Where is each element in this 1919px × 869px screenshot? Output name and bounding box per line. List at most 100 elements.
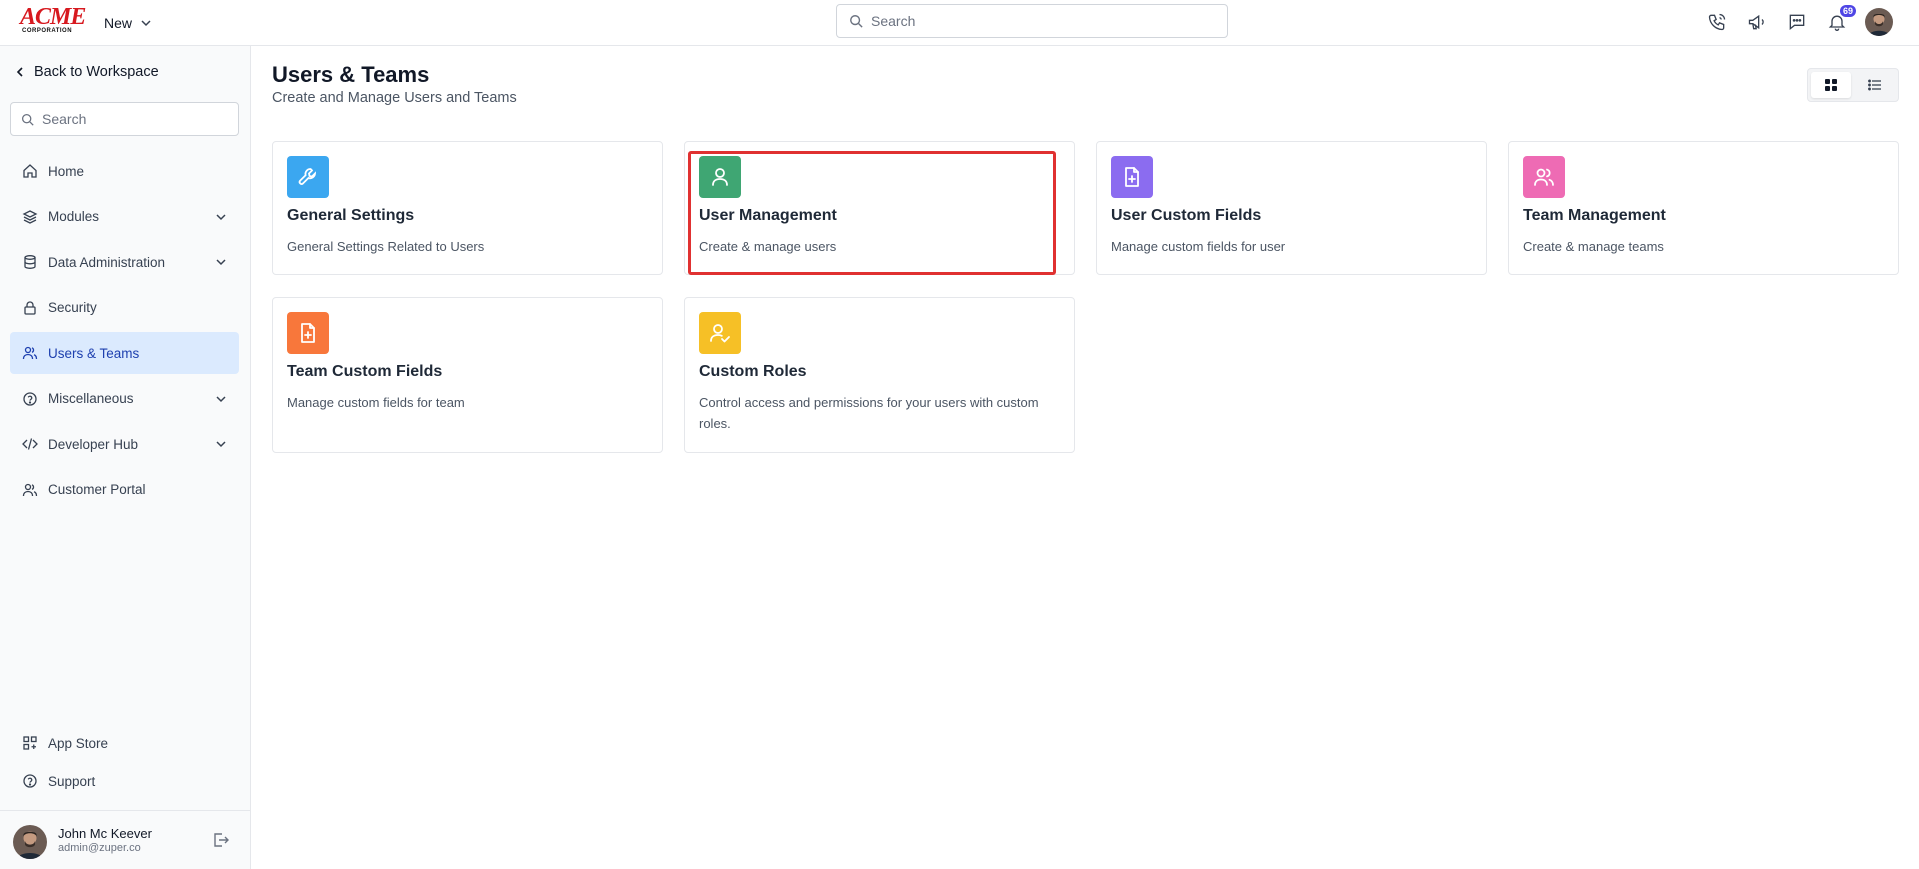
sidebar-bottom-nav: App Store Support (10, 725, 239, 801)
card-title: Team Management (1523, 207, 1666, 224)
chat-icon (1789, 14, 1805, 31)
card-general-settings[interactable]: General Settings General Settings Relate… (272, 141, 663, 275)
sidebar-item-label: App Store (48, 735, 109, 751)
layers-icon (22, 209, 38, 225)
user-icon (699, 156, 741, 198)
avatar-image (1865, 8, 1893, 36)
card-title: General Settings (287, 207, 415, 224)
global-search-input[interactable] (871, 13, 1211, 29)
file-plus-icon (287, 312, 329, 354)
chevron-down-icon (216, 441, 226, 448)
card-title: User Custom Fields (1111, 207, 1262, 224)
help-circle-icon (22, 391, 38, 407)
search-icon (21, 113, 34, 126)
card-description: Control access and permissions for your … (699, 395, 1039, 431)
chevron-down-icon (216, 395, 226, 402)
sidebar-item-label: Modules (48, 209, 100, 224)
card-title: Custom Roles (699, 363, 807, 380)
logout-icon[interactable] (212, 831, 230, 849)
database-icon (22, 254, 38, 270)
avatar-image (13, 825, 47, 859)
view-toggle (1807, 68, 1899, 102)
search-icon (850, 15, 863, 28)
card-description: Manage custom fields for team (287, 395, 465, 410)
code-icon (22, 436, 38, 452)
announcement-button[interactable] (1745, 10, 1769, 34)
new-label: New (104, 15, 133, 31)
card-custom-roles[interactable]: Custom Roles Control access and permissi… (684, 297, 1075, 453)
sidebar-item-label: Customer Portal (48, 482, 146, 497)
sidebar-item-label: Home (48, 163, 85, 179)
lock-icon (22, 300, 38, 316)
card-team-custom-fields[interactable]: Team Custom Fields Manage custom fields … (272, 297, 663, 453)
main-content: Users & Teams Create and Manage Users an… (251, 46, 1919, 869)
grid-icon (1825, 79, 1837, 91)
sidebar-nav: Home Modules Data Administration Securit… (10, 150, 239, 514)
current-user: John Mc Keever admin@zuper.co (0, 810, 250, 869)
user-email: admin@zuper.co (58, 842, 141, 854)
sidebar-item-miscellaneous[interactable]: Miscellaneous (10, 378, 239, 420)
sidebar-item-label: Data Administration (48, 254, 166, 270)
megaphone-icon (1748, 14, 1764, 30)
sidebar-item-support[interactable]: Support (10, 763, 239, 799)
back-label: Back to Workspace (34, 64, 159, 80)
sidebar-item-label: Miscellaneous (48, 391, 134, 406)
chat-button[interactable] (1785, 10, 1809, 34)
phone-icon (1708, 13, 1726, 31)
acme-logo[interactable]: ACME CORPORATION (20, 4, 86, 36)
sidebar-item-developer-hub[interactable]: Developer Hub (10, 423, 239, 465)
top-bar: ACME CORPORATION New 69 (0, 0, 1919, 46)
card-title: User Management (699, 207, 837, 224)
card-team-management[interactable]: Team Management Create & manage teams (1508, 141, 1899, 275)
phone-button[interactable] (1705, 10, 1729, 34)
sidebar-item-modules[interactable]: Modules (10, 196, 239, 238)
sidebar-item-label: Users & Teams (48, 345, 140, 361)
users-icon (1523, 156, 1565, 198)
help-circle-icon (22, 773, 38, 789)
user-check-icon (699, 312, 741, 354)
card-user-custom-fields[interactable]: User Custom Fields Manage custom fields … (1096, 141, 1487, 275)
user-name: John Mc Keever (58, 826, 152, 841)
file-plus-icon (1111, 156, 1153, 198)
chevron-down-icon (141, 20, 151, 27)
avatar[interactable] (13, 825, 47, 859)
sidebar-item-label: Security (48, 300, 97, 315)
sidebar-item-data-administration[interactable]: Data Administration (10, 241, 239, 283)
notifications-button[interactable]: 69 (1825, 5, 1856, 34)
page-title: Users & Teams (272, 62, 430, 87)
sidebar-search-input[interactable] (42, 111, 232, 127)
card-user-management[interactable]: User Management Create & manage users (684, 141, 1075, 275)
grid-plus-icon (22, 735, 38, 751)
new-dropdown-button[interactable]: New (104, 12, 152, 34)
card-description: Create & manage users (699, 239, 837, 254)
chevron-left-icon (16, 67, 23, 77)
sidebar-item-users-teams[interactable]: Users & Teams (10, 332, 239, 374)
sidebar-item-label: Developer Hub (48, 436, 139, 452)
sidebar: Back to Workspace Home Modules Data Admi… (0, 46, 251, 869)
sidebar-item-security[interactable]: Security (10, 287, 239, 329)
sidebar-item-customer-portal[interactable]: Customer Portal (10, 469, 239, 511)
grid-view-button[interactable] (1811, 72, 1851, 98)
logo-text: ACME (20, 4, 86, 30)
sidebar-item-label: Support (48, 773, 96, 789)
card-title: Team Custom Fields (287, 363, 443, 380)
notification-badge: 69 (1839, 5, 1856, 17)
chevron-down-icon (216, 259, 226, 266)
top-actions: 69 (1705, 5, 1893, 36)
sidebar-search[interactable] (10, 102, 239, 136)
list-icon (1868, 79, 1881, 91)
home-icon (22, 163, 38, 179)
profile-avatar[interactable] (1865, 8, 1893, 36)
card-description: Create & manage teams (1523, 239, 1664, 254)
chevron-down-icon (216, 213, 226, 220)
users-icon (22, 482, 38, 498)
sidebar-item-app-store[interactable]: App Store (10, 725, 239, 761)
sidebar-item-home[interactable]: Home (10, 150, 239, 192)
wrench-icon (287, 156, 329, 198)
card-description: General Settings Related to Users (287, 239, 485, 254)
back-to-workspace-link[interactable]: Back to Workspace (14, 64, 159, 80)
global-search[interactable] (836, 4, 1228, 38)
list-view-button[interactable] (1855, 72, 1895, 98)
users-icon (22, 345, 38, 361)
page-subtitle: Create and Manage Users and Teams (272, 90, 517, 106)
